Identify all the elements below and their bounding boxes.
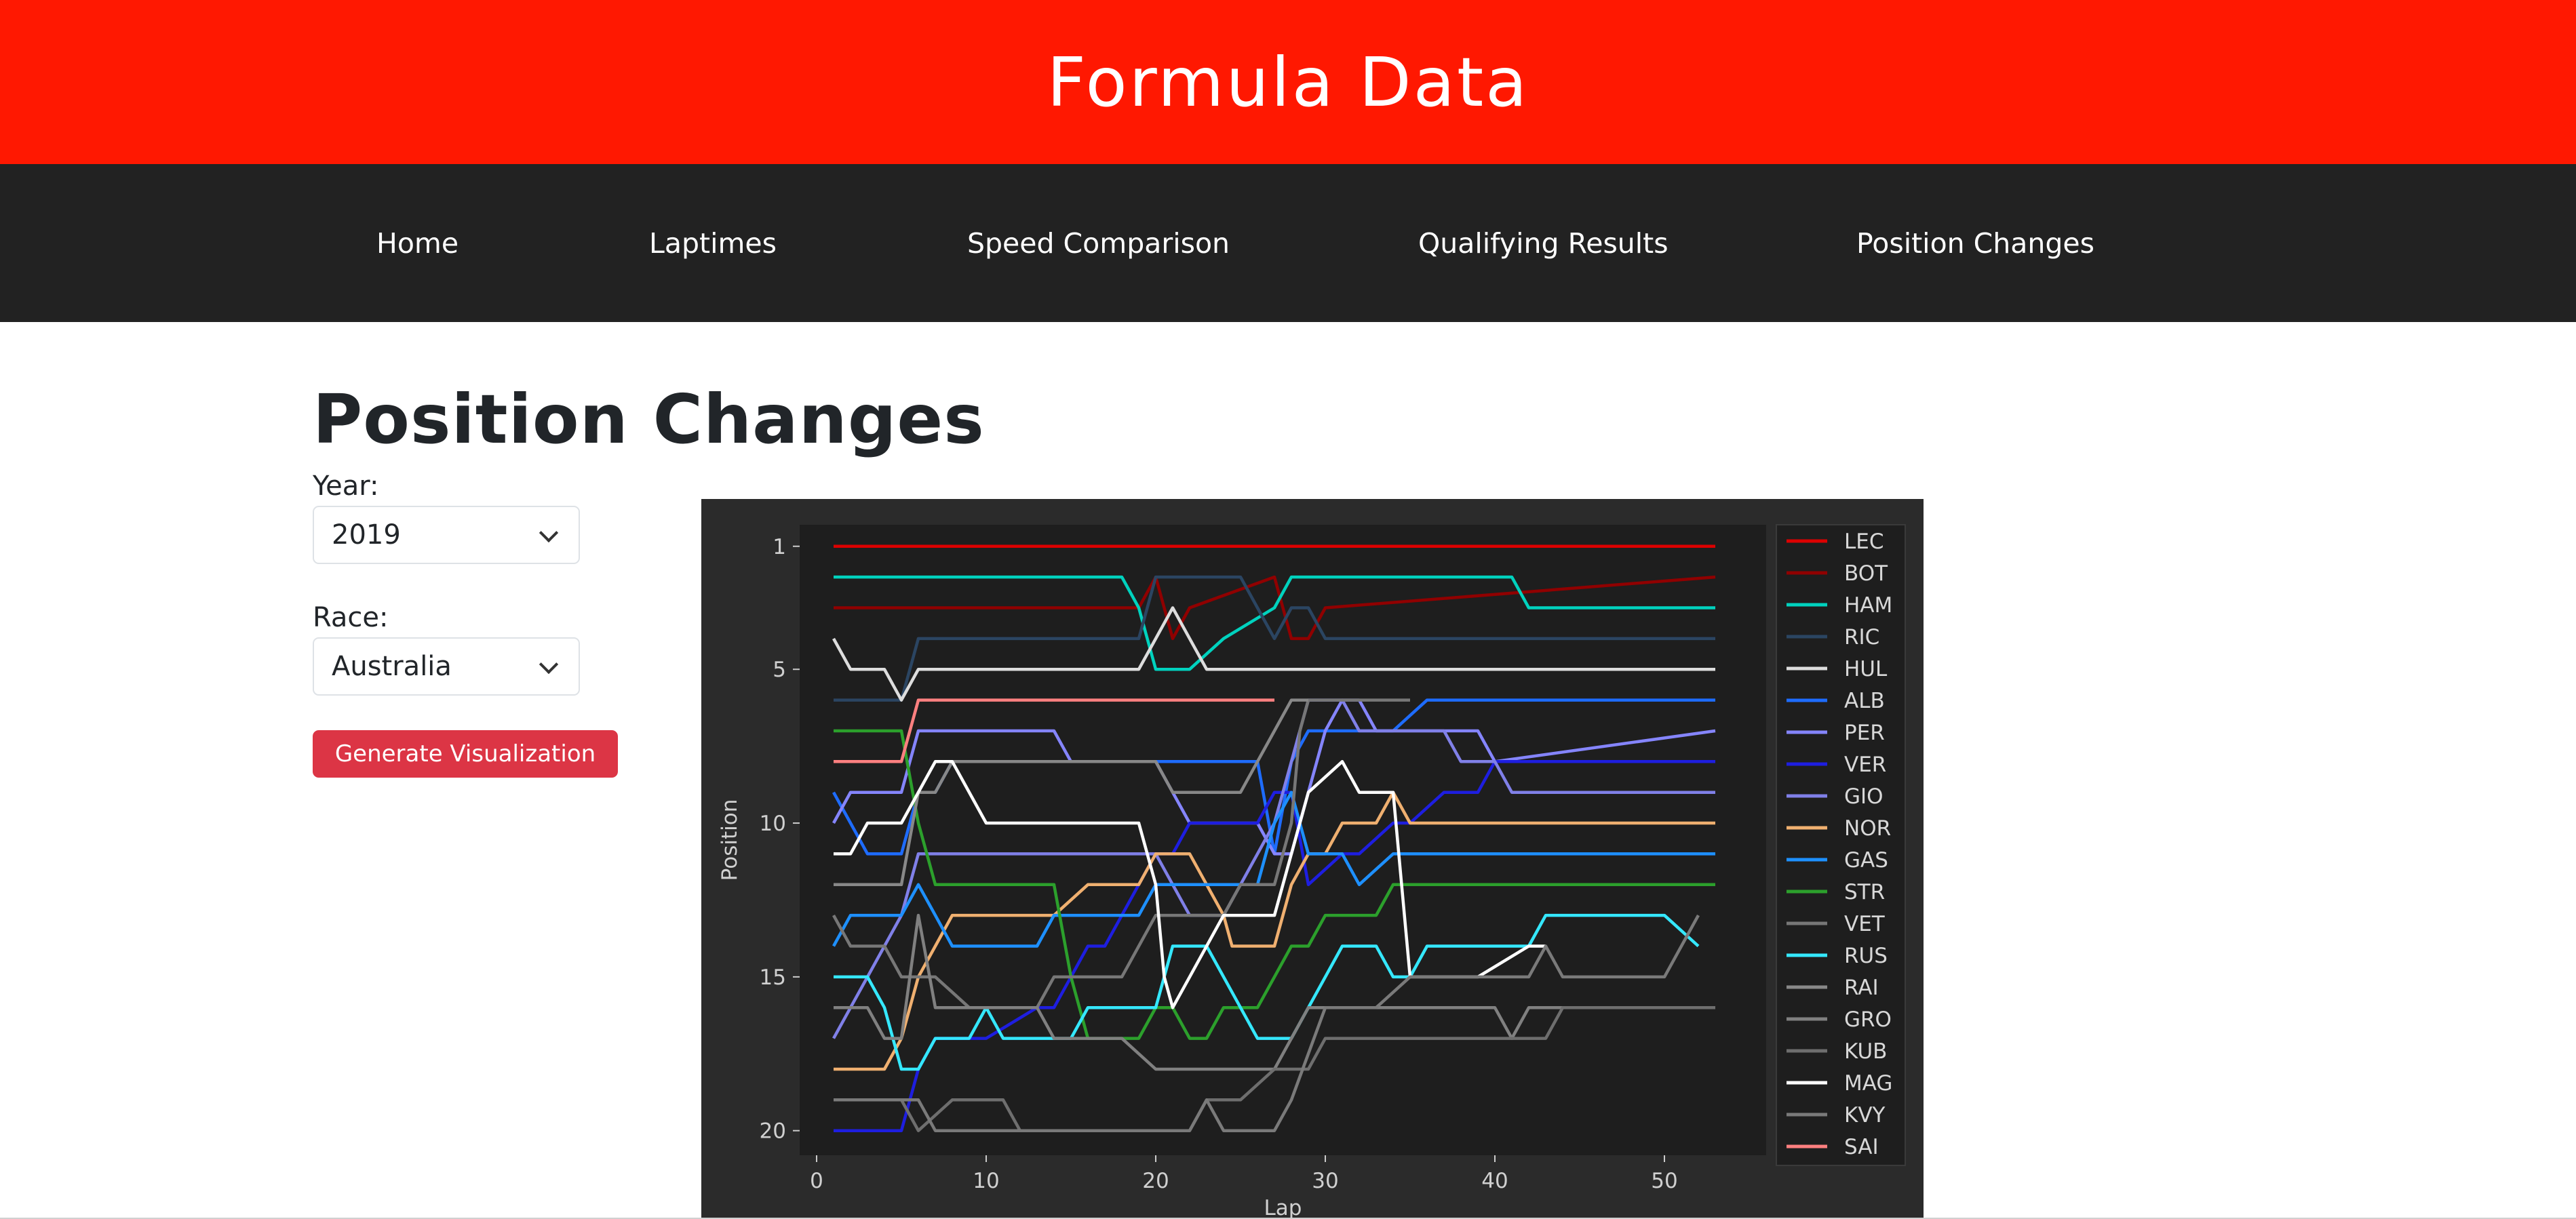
y-tick-label: 1	[773, 535, 786, 559]
x-tick-label: 10	[973, 1169, 999, 1193]
site-header: Formula Data	[0, 0, 2576, 164]
legend-label-bot: BOT	[1844, 561, 1888, 586]
chevron-down-icon	[539, 523, 559, 543]
year-select[interactable]: 2019	[313, 506, 580, 564]
legend-label-ver: VER	[1844, 753, 1886, 777]
y-axis-label: Position	[718, 799, 742, 881]
legend-label-kub: KUB	[1844, 1039, 1887, 1064]
x-tick-label: 50	[1651, 1169, 1677, 1193]
race-select-value: Australia	[332, 651, 452, 682]
nav-speed-comparison[interactable]: Speed Comparison	[967, 164, 1230, 322]
x-tick-label: 30	[1312, 1169, 1338, 1193]
y-tick-label: 5	[773, 658, 786, 682]
legend-label-gio: GIO	[1844, 784, 1884, 809]
generate-visualization-button[interactable]: Generate Visualization	[313, 730, 618, 778]
year-label: Year:	[313, 471, 379, 502]
position-changes-chart: 1 5 10 15 20 0 10 20 30 40 50 Lap Position LEC BOT HAM R…	[701, 499, 1924, 1219]
site-title: Formula Data	[1047, 42, 1529, 122]
x-tick-label: 20	[1142, 1169, 1169, 1193]
main-navbar: Home Laptimes Speed Comparison Qualifyin…	[0, 164, 2576, 322]
legend-label-hul: HUL	[1844, 657, 1888, 681]
legend-box	[1776, 524, 1906, 1166]
x-tick-label: 40	[1481, 1169, 1508, 1193]
legend-label-rus: RUS	[1844, 944, 1888, 968]
legend-label-ric: RIC	[1844, 625, 1879, 650]
nav-laptimes[interactable]: Laptimes	[649, 164, 777, 322]
y-tick-label: 15	[760, 965, 786, 990]
legend-label-lec: LEC	[1844, 529, 1884, 554]
legend-label-gas: GAS	[1844, 848, 1888, 873]
legend-label-ham: HAM	[1844, 593, 1892, 618]
legend-label-per: PER	[1844, 721, 1885, 745]
legend-label-rai: RAI	[1844, 976, 1879, 1000]
year-select-value: 2019	[332, 519, 401, 551]
nav-position-changes[interactable]: Position Changes	[1856, 164, 2094, 322]
chart-svg: 151015200 10 20 30 40 50LapPositionLECBOTHAMR…	[718, 524, 1906, 1219]
race-select[interactable]: Australia	[313, 637, 580, 696]
race-label: Race:	[313, 602, 389, 633]
legend-label-vet: VET	[1844, 912, 1886, 936]
legend-label-sai: SAI	[1844, 1135, 1879, 1159]
legend-label-kvy: KVY	[1844, 1103, 1886, 1127]
plot-area	[800, 525, 1766, 1155]
x-axis-label: Lap	[1264, 1196, 1302, 1219]
legend-label-alb: ALB	[1844, 689, 1885, 713]
chevron-down-icon	[539, 654, 559, 675]
x-tick-label: 0	[810, 1169, 823, 1193]
legend-label-str: STR	[1844, 880, 1885, 904]
page-title: Position Changes	[313, 380, 985, 459]
legend-label-gro: GRO	[1844, 1007, 1892, 1032]
nav-home[interactable]: Home	[376, 164, 458, 322]
nav-qualifying-results[interactable]: Qualifying Results	[1418, 164, 1668, 322]
y-tick-label: 10	[760, 812, 786, 836]
legend-label-nor: NOR	[1844, 816, 1891, 841]
legend-label-mag: MAG	[1844, 1071, 1892, 1096]
y-tick-label: 20	[760, 1119, 786, 1144]
